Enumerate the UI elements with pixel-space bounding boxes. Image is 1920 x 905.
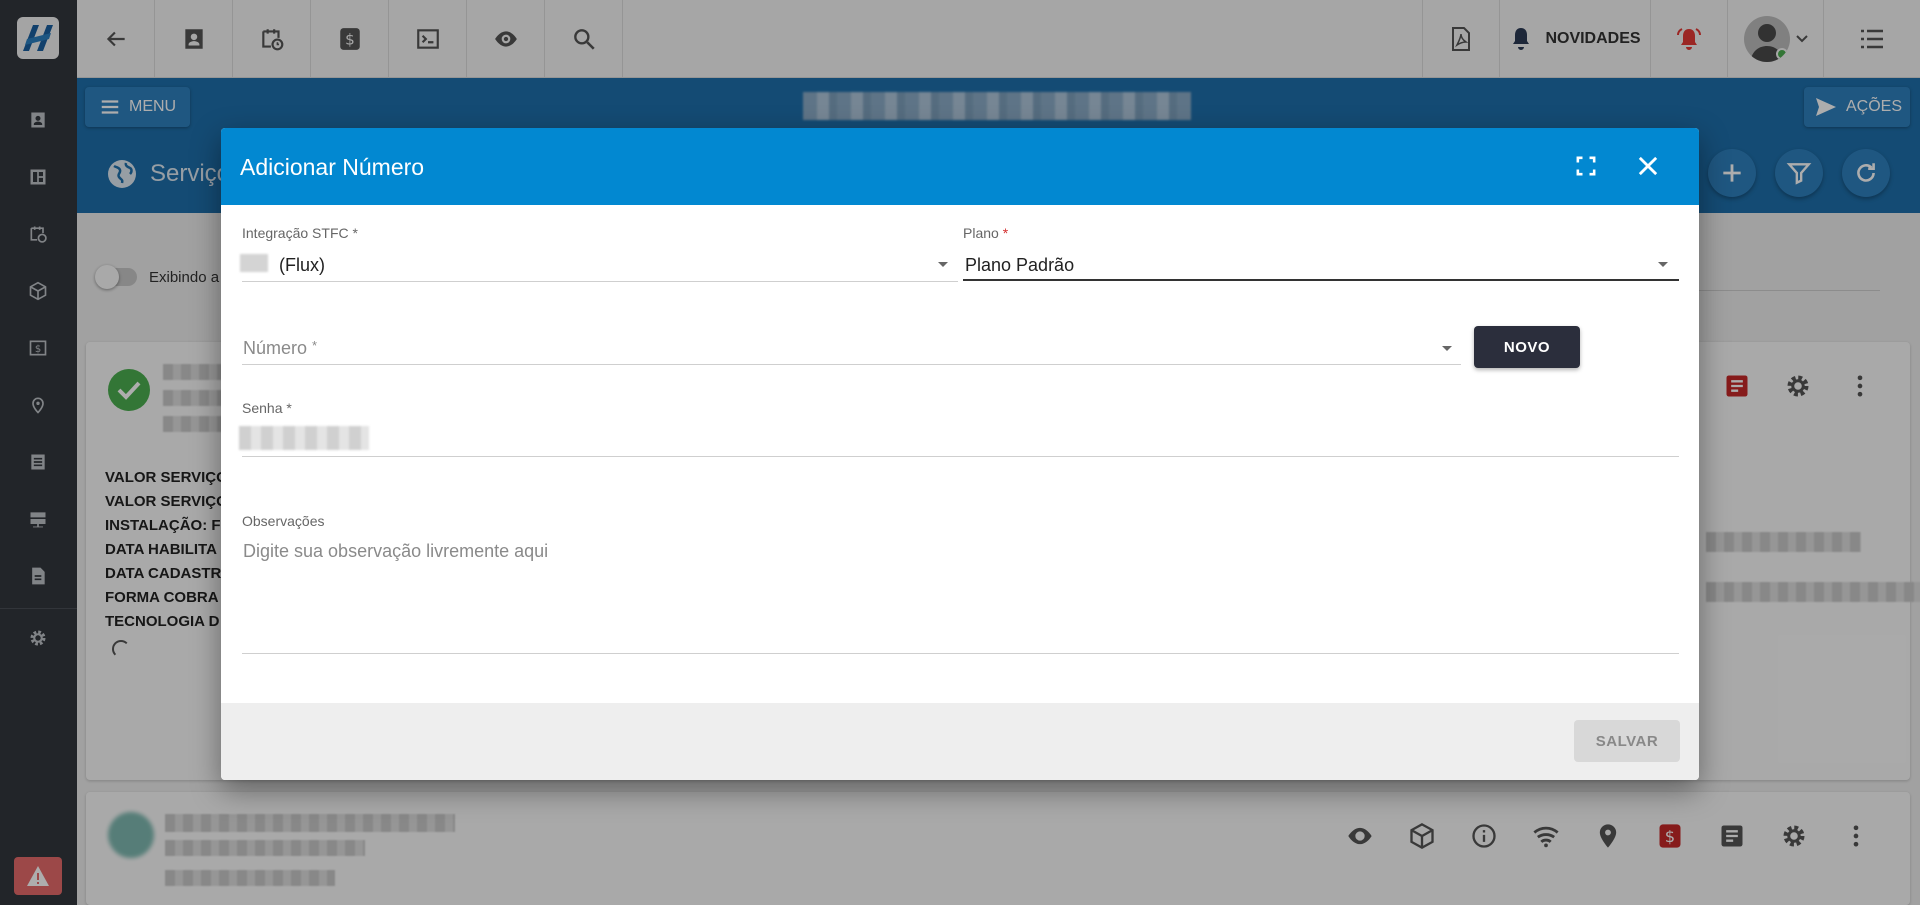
- senha-value-redacted[interactable]: [239, 426, 369, 450]
- plano-dropdown-caret[interactable]: [1658, 262, 1668, 267]
- plano-underline: [963, 279, 1679, 281]
- redacted-prefix: [240, 254, 268, 272]
- novo-button[interactable]: NOVO: [1474, 326, 1580, 368]
- close-icon[interactable]: [1634, 152, 1662, 180]
- fullscreen-icon[interactable]: [1572, 152, 1600, 180]
- dialog-header: Adicionar Número: [221, 128, 1699, 205]
- save-button[interactable]: SALVAR: [1574, 720, 1680, 762]
- dialog-footer: [221, 703, 1699, 780]
- integracao-value[interactable]: (Flux): [279, 255, 325, 276]
- integracao-label: Integração STFC *: [242, 225, 358, 241]
- numero-field[interactable]: Número *: [243, 338, 317, 359]
- senha-underline: [242, 456, 1679, 457]
- plano-value[interactable]: Plano Padrão: [965, 255, 1074, 276]
- integracao-underline: [242, 281, 958, 282]
- observacoes-label: Observações: [242, 513, 325, 529]
- senha-label: Senha *: [242, 400, 292, 416]
- numero-dropdown-caret[interactable]: [1442, 346, 1452, 351]
- numero-underline: [242, 364, 1461, 365]
- observacoes-textarea[interactable]: Digite sua observação livremente aqui: [243, 541, 548, 562]
- integracao-dropdown-caret[interactable]: [938, 262, 948, 267]
- plano-label: Plano *: [963, 225, 1009, 241]
- dialog-title: Adicionar Número: [240, 154, 425, 180]
- add-number-dialog: Adicionar Número Integração STFC * (Flux…: [221, 128, 1699, 780]
- observacoes-underline: [242, 653, 1679, 654]
